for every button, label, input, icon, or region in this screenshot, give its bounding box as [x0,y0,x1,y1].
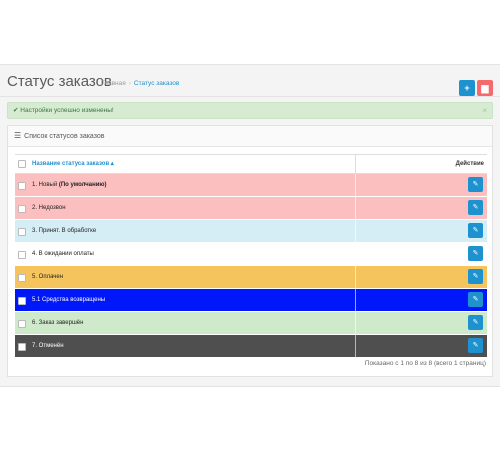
alert-message: Настройки успешно изменены! [20,107,114,114]
status-label: 5.1 Средства возвращены [32,297,106,303]
pencil-icon: ✎ [472,250,479,257]
status-name: 4. В ожидании оплаты [32,243,94,265]
panel-title: Список статусов заказов [24,133,105,140]
delete-button[interactable]: ▆ [477,80,493,96]
table-row: 5. Оплачен ✎ [15,266,487,289]
edit-button[interactable]: ✎ [468,246,483,261]
column-header-name[interactable]: Название статуса заказов ▴ [32,155,114,173]
row-checkbox[interactable] [18,297,26,305]
status-name: 1. Новый (По умолчанию) [32,174,107,196]
column-divider [355,312,356,334]
table-row: 2. Недозвон ✎ [15,197,487,220]
order-status-panel: ☰ Список статусов заказов Название статус… [7,125,493,377]
success-alert: ✔ Настройки успешно изменены! × [7,102,493,119]
column-divider [355,243,356,265]
status-label: 2. Недозвон [32,205,66,211]
status-name: 7. Отменён [32,335,64,357]
header-divider [0,96,500,97]
row-checkbox[interactable] [18,343,26,351]
table-row: 7. Отменён ✎ [15,335,487,358]
page-title: Статус заказов [7,73,112,90]
status-name: 5.1 Средства возвращены [32,289,105,311]
edit-button[interactable]: ✎ [468,200,483,215]
page-area: Статус заказов Главная › Статус заказов + … [0,64,500,387]
column-divider [355,155,356,173]
check-circle-icon: ✔ [13,107,19,114]
list-icon: ☰ [14,131,22,140]
row-checkbox[interactable] [18,274,26,282]
status-label: 3. Принят. В обработке [32,228,97,234]
table-row: 4. В ожидании оплаты ✎ [15,243,487,266]
row-checkbox[interactable] [18,182,26,190]
breadcrumb-home[interactable]: Главная [101,80,126,87]
column-divider [355,174,356,196]
table-row: 5.1 Средства возвращены ✎ [15,289,487,312]
pencil-icon: ✎ [472,204,479,211]
breadcrumb: Главная › Статус заказов [101,80,179,87]
column-divider [355,335,356,357]
status-name: 5. Оплачен [32,266,63,288]
pencil-icon: ✎ [472,296,479,303]
pencil-icon: ✎ [472,342,479,349]
row-checkbox[interactable] [18,228,26,236]
close-icon[interactable]: × [482,103,487,118]
breadcrumb-separator: › [128,80,131,87]
trash-icon: ▆ [481,83,489,93]
row-checkbox[interactable] [18,251,26,259]
status-label: 7. Отменён [32,343,64,349]
column-header-action: Действие [455,161,484,167]
edit-button[interactable]: ✎ [468,315,483,330]
select-all-checkbox[interactable] [18,160,26,168]
default-marker: (По умолчанию) [58,182,107,188]
status-label: 6. Заказ завершён [32,320,84,326]
pencil-icon: ✎ [472,181,479,188]
table-body: 1. Новый (По умолчанию) ✎ 2. Недозвон ✎ 3. П… [15,174,487,358]
edit-button[interactable]: ✎ [468,292,483,307]
table-row: 3. Принят. В обработке ✎ [15,220,487,243]
table-header: Название статуса заказов ▴ Действие [15,154,487,174]
status-label: 1. Новый [32,182,59,188]
row-checkbox[interactable] [18,320,26,328]
edit-button[interactable]: ✎ [468,338,483,353]
edit-button[interactable]: ✎ [468,269,483,284]
row-checkbox[interactable] [18,205,26,213]
add-button[interactable]: + [459,80,475,96]
table-row: 6. Заказ завершён ✎ [15,312,487,335]
status-name: 2. Недозвон [32,197,66,219]
pagination-summary: Показано с 1 по 8 из 8 (всего 1 страниц) [364,360,486,367]
column-divider [355,220,356,242]
status-label: 5. Оплачен [32,274,64,280]
pencil-icon: ✎ [472,319,479,326]
status-table: Название статуса заказов ▴ Действие 1. Н… [15,154,487,358]
pencil-icon: ✎ [472,273,479,280]
status-name: 6. Заказ завершён [32,312,83,334]
edit-button[interactable]: ✎ [468,223,483,238]
column-divider [355,197,356,219]
table-row: 1. Новый (По умолчанию) ✎ [15,174,487,197]
page-header: Статус заказов Главная › Статус заказов + … [7,73,494,96]
edit-button[interactable]: ✎ [468,177,483,192]
plus-icon: + [464,83,470,93]
panel-heading: ☰ Список статусов заказов [8,126,492,147]
breadcrumb-current[interactable]: Статус заказов [134,80,179,87]
pencil-icon: ✎ [472,227,479,234]
status-label: 4. В ожидании оплаты [32,251,94,257]
column-divider [355,289,356,311]
status-name: 3. Принят. В обработке [32,220,96,242]
column-divider [355,266,356,288]
